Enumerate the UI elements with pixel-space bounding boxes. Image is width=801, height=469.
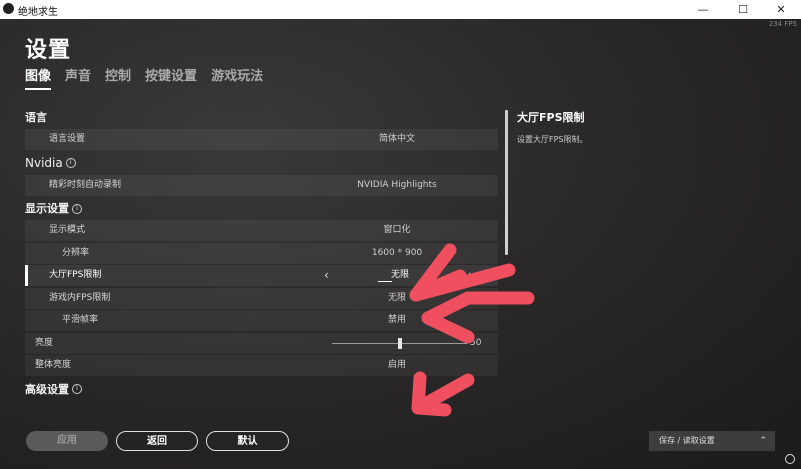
default-button[interactable]: 默认 [206, 431, 289, 451]
setting-row-brightness[interactable]: 亮度 50 [25, 332, 498, 354]
setting-label: 精彩时刻自动录制 [49, 179, 122, 190]
save-load-settings-button[interactable]: 保存 / 读取设置 ⌃ [649, 431, 775, 451]
save-load-label: 保存 / 读取设置 [659, 436, 715, 445]
setting-label: 显示模式 [49, 225, 86, 235]
setting-value[interactable]: 窗口化 [297, 220, 497, 241]
window-title: 绝地求生 [18, 7, 58, 18]
setting-label: 整体亮度 [35, 360, 72, 370]
app-icon [3, 3, 14, 14]
window-titlebar: 绝地求生 — ☐ ✕ [0, 0, 801, 19]
description-text: 设置大厅FPS限制。 [517, 135, 588, 144]
setting-row-overall-brightness[interactable]: 整体亮度 启用 [25, 355, 498, 376]
chevron-up-icon: ⌃ [759, 436, 767, 446]
setting-value[interactable]: 简体中文 [297, 129, 497, 150]
tab-graphics[interactable]: 图像 [25, 65, 52, 90]
brightness-value: 50 [470, 337, 482, 348]
tab-keybindings[interactable]: 按键设置 [145, 65, 197, 90]
settings-list: 语言 语言设置 简体中文 Nvidia i 精彩时刻自动录制 NVIDIA Hi… [25, 106, 498, 402]
setting-row-language[interactable]: 语言设置 简体中文 [25, 129, 498, 150]
circle-icon[interactable] [785, 454, 795, 464]
section-language: 语言 [25, 106, 498, 129]
setting-value[interactable]: NVIDIA Highlights [297, 175, 497, 196]
back-button[interactable]: 返回 [116, 431, 198, 451]
setting-label: 语言设置 [49, 134, 86, 144]
setting-row-smoothing[interactable]: 平滑帧率 禁用 [25, 310, 498, 331]
maximize-button[interactable]: ☐ [723, 0, 763, 19]
setting-row-ingame-fps[interactable]: 游戏内FPS限制 无限 [25, 287, 498, 309]
value-underline [378, 281, 392, 282]
section-title: 高级设置 [25, 382, 69, 396]
chevron-right-icon[interactable]: › [468, 265, 473, 286]
info-icon[interactable]: i [72, 203, 82, 214]
settings-tabs: 图像 声音 控制 按键设置 游戏玩法 [25, 65, 277, 90]
brightness-slider-thumb[interactable] [397, 337, 402, 349]
section-title: Nvidia [25, 155, 63, 170]
info-icon[interactable]: i [65, 158, 76, 168]
page-title: 设置 [25, 38, 72, 63]
section-title: 语言 [25, 111, 47, 124]
setting-label: 平滑帧率 [62, 315, 99, 325]
close-button[interactable]: ✕ [761, 0, 801, 19]
setting-label: 亮度 [35, 337, 54, 348]
setting-label: 分辨率 [62, 247, 90, 258]
fps-counter: 234 FPS [768, 20, 797, 28]
setting-row-lobby-fps[interactable]: 大厅FPS限制 ‹ 无限 › [25, 265, 498, 286]
setting-label: 游戏内FPS限制 [49, 292, 111, 303]
settings-scrollbar[interactable] [505, 110, 508, 255]
section-advanced: 高级设置 i [25, 378, 498, 401]
setting-value[interactable]: 无限 [297, 288, 497, 309]
tab-sound[interactable]: 声音 [65, 65, 91, 90]
section-title: 显示设置 [25, 202, 69, 215]
info-icon[interactable]: i [72, 384, 82, 394]
setting-value[interactable]: 禁用 [297, 310, 497, 331]
apply-button[interactable]: 应用 [26, 431, 108, 451]
section-nvidia: Nvidia i [25, 152, 498, 175]
setting-row-highlights[interactable]: 精彩时刻自动录制 NVIDIA Highlights [25, 174, 498, 196]
minimize-button[interactable]: — [683, 0, 723, 19]
setting-value[interactable]: 启用 [297, 355, 497, 376]
setting-value[interactable]: 1600 * 900 [297, 243, 497, 264]
tab-controls[interactable]: 控制 [105, 65, 131, 90]
setting-row-resolution[interactable]: 分辨率 1600 * 900 [25, 242, 498, 264]
setting-row-display-mode[interactable]: 显示模式 窗口化 [25, 220, 498, 241]
tab-gameplay[interactable]: 游戏玩法 [211, 65, 263, 90]
description-title: 大厅FPS限制 [517, 111, 585, 124]
section-display: 显示设置 i [25, 197, 498, 220]
setting-label: 大厅FPS限制 [49, 270, 102, 280]
